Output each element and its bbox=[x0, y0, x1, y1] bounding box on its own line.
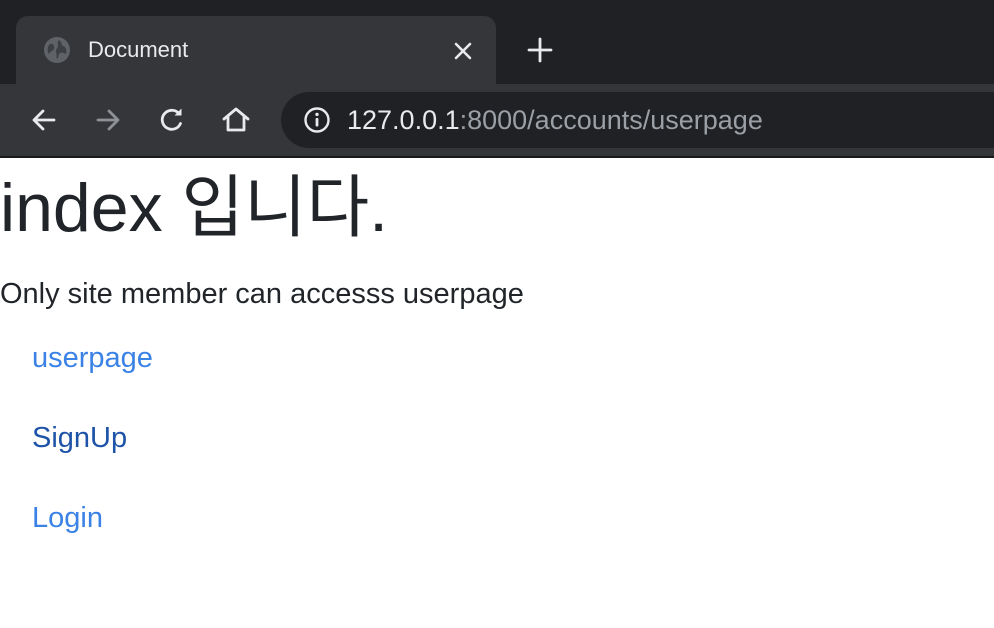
login-link[interactable]: Login bbox=[32, 500, 103, 536]
plus-icon[interactable] bbox=[524, 34, 556, 66]
reload-icon[interactable] bbox=[154, 102, 190, 138]
browser-toolbar: 127.0.0.1:8000/accounts/userpage bbox=[0, 84, 994, 158]
member-notice: Only site member can accesss userpage bbox=[0, 278, 524, 310]
userpage-link[interactable]: userpage bbox=[32, 340, 153, 376]
signup-link[interactable]: SignUp bbox=[32, 420, 127, 456]
url-host: 127.0.0.1 bbox=[347, 105, 460, 135]
tab-title: Document bbox=[88, 37, 189, 62]
forward-arrow-icon[interactable] bbox=[90, 102, 126, 138]
globe-icon bbox=[42, 35, 72, 65]
url-text[interactable]: 127.0.0.1:8000/accounts/userpage bbox=[347, 105, 763, 135]
address-bar[interactable]: 127.0.0.1:8000/accounts/userpage bbox=[281, 92, 994, 148]
close-icon[interactable] bbox=[450, 38, 476, 64]
tab-strip: Document bbox=[0, 0, 994, 84]
url-path: :8000/accounts/userpage bbox=[459, 105, 763, 135]
page-title: index 입니다. bbox=[0, 170, 389, 246]
info-icon[interactable] bbox=[303, 106, 331, 134]
page-content: index 입니다. Only site member can accesss … bbox=[0, 158, 994, 628]
back-arrow-icon[interactable] bbox=[26, 102, 62, 138]
browser-window: Document 127.0.0.1:8000/accounts/userpag… bbox=[0, 0, 994, 628]
tab-document[interactable]: Document bbox=[16, 16, 496, 84]
home-icon[interactable] bbox=[218, 102, 254, 138]
